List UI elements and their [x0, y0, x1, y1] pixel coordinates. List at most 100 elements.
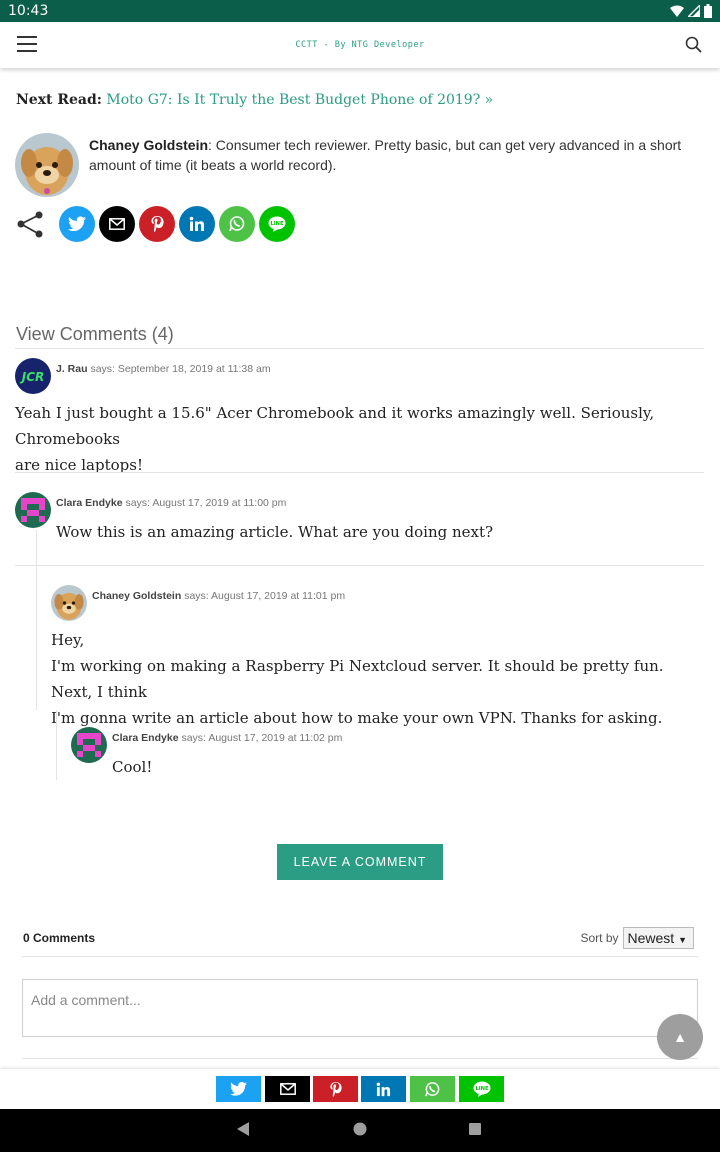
email-share-button[interactable]: [99, 206, 135, 242]
divider: [15, 348, 704, 349]
leave-comment-button[interactable]: LEAVE A COMMENT: [277, 844, 443, 880]
share-row: LINE: [15, 206, 299, 242]
comment-says: says:: [125, 497, 150, 509]
comment-says: says:: [90, 363, 115, 375]
comment-says: says:: [181, 732, 206, 744]
svg-text:LINE: LINE: [475, 1086, 489, 1092]
comment-meta: J. Rau says: September 18, 2019 at 11:38…: [56, 363, 271, 375]
status-time: 10:43: [8, 3, 49, 19]
sort-label: Sort by: [580, 931, 619, 945]
comment-body: Wow this is an amazing article. What are…: [56, 519, 696, 545]
next-read-label: Next Read:: [16, 92, 102, 108]
thread-line: [56, 710, 57, 780]
comment-line: Cool!: [112, 758, 153, 776]
signal-icon: [688, 5, 700, 17]
share-icon[interactable]: [15, 209, 45, 239]
comment-line: I'm working on making a Raspberry Pi Nex…: [51, 657, 664, 701]
scroll-to-top-button[interactable]: ▲: [657, 1014, 703, 1060]
pinterest-share-button[interactable]: [139, 206, 175, 242]
sticky-share-bar: LINE: [0, 1069, 720, 1109]
next-read-link[interactable]: Moto G7: Is It Truly the Best Budget Pho…: [106, 92, 493, 108]
linkedin-icon: [376, 1082, 391, 1096]
sort-value: Newest: [627, 930, 675, 946]
comment-line: are nice laptops!: [15, 456, 143, 474]
divider: [22, 956, 698, 957]
commenter-avatar: [71, 727, 107, 763]
home-icon[interactable]: [353, 1121, 367, 1137]
author-bio: Chaney Goldstein: Consumer tech reviewer…: [89, 135, 699, 175]
pinterest-share-button[interactable]: [313, 1076, 358, 1102]
twitter-icon: [230, 1082, 247, 1096]
dropdown-arrow-icon: ▼: [678, 935, 687, 945]
line-share-button[interactable]: LINE: [459, 1076, 504, 1102]
comment-meta: Chaney Goldstein says: August 17, 2019 a…: [92, 590, 345, 602]
author-box: Chaney Goldstein: Consumer tech reviewer…: [15, 133, 705, 197]
pinterest-icon: [151, 216, 164, 233]
comment-body: Yeah I just bought a 15.6" Acer Chromebo…: [15, 400, 705, 478]
comment-author[interactable]: J. Rau: [56, 363, 88, 375]
line-share-button[interactable]: LINE: [259, 206, 295, 242]
whatsapp-icon: [229, 216, 245, 232]
comment-date[interactable]: August 17, 2019 at 11:02 pm: [208, 732, 342, 744]
comment-line: Wow this is an amazing article. What are…: [56, 523, 494, 541]
comment-meta: Clara Endyke says: August 17, 2019 at 11…: [112, 732, 342, 744]
linkedin-share-button[interactable]: [361, 1076, 406, 1102]
divider: [22, 1058, 698, 1059]
author-avatar[interactable]: [15, 133, 79, 197]
comment-body: Cool!: [112, 754, 692, 780]
whatsapp-icon: [425, 1081, 440, 1096]
arrow-up-icon: ▲: [673, 1029, 687, 1045]
search-icon[interactable]: [684, 35, 704, 55]
commenter-avatar: [51, 585, 87, 621]
thread-line: [36, 530, 37, 710]
twitter-icon: [68, 216, 86, 232]
wifi-icon: [670, 5, 684, 17]
svg-text:LINE: LINE: [270, 221, 284, 227]
email-share-button[interactable]: [265, 1076, 310, 1102]
comment-author[interactable]: Chaney Goldstein: [92, 590, 181, 602]
avatar-initials: JCR: [20, 370, 45, 384]
pinterest-icon: [330, 1081, 342, 1097]
comment-meta: Clara Endyke says: August 17, 2019 at 11…: [56, 497, 286, 509]
comment-author[interactable]: Clara Endyke: [112, 732, 179, 744]
whatsapp-share-button[interactable]: [410, 1076, 455, 1102]
email-icon: [109, 218, 125, 230]
recents-icon[interactable]: [468, 1121, 482, 1137]
sort-control: Sort by Newest ▼: [580, 927, 694, 949]
comment-date[interactable]: September 18, 2019 at 11:38 am: [118, 363, 271, 375]
comment-line: Yeah I just bought a 15.6" Acer Chromebo…: [15, 404, 655, 448]
commenter-avatar: [15, 492, 51, 528]
author-name: Chaney Goldstein: [89, 137, 209, 153]
comment-item: Clara Endyke says: August 17, 2019 at 11…: [15, 492, 705, 552]
divider: [15, 565, 704, 566]
twitter-share-button[interactable]: [216, 1076, 261, 1102]
comment-item: JCR J. Rau says: September 18, 2019 at 1…: [15, 358, 705, 474]
line-icon: LINE: [473, 1081, 490, 1097]
site-title[interactable]: CCTT - By NTG Developer: [0, 40, 720, 50]
system-nav-bar: [0, 1109, 720, 1152]
comment-date[interactable]: August 17, 2019 at 11:01 pm: [211, 590, 345, 602]
whatsapp-share-button[interactable]: [219, 206, 255, 242]
comment-says: says:: [184, 590, 209, 602]
comment-reply: Chaney Goldstein says: August 17, 2019 a…: [51, 585, 701, 727]
site-header: CCTT - By NTG Developer: [0, 22, 720, 68]
linkedin-icon: [189, 216, 204, 231]
comment-line: Hey,: [51, 631, 85, 649]
email-icon: [279, 1083, 296, 1095]
back-icon[interactable]: [236, 1121, 250, 1137]
commenter-avatar: JCR: [15, 358, 51, 394]
linkedin-share-button[interactable]: [179, 206, 215, 242]
next-read: Next Read: Moto G7: Is It Truly the Best…: [16, 92, 493, 108]
sort-select[interactable]: Newest ▼: [622, 927, 694, 949]
view-comments-heading[interactable]: View Comments (4): [16, 324, 174, 345]
status-bar: 10:43: [0, 0, 720, 22]
line-icon: LINE: [268, 216, 286, 232]
battery-icon: [704, 4, 712, 18]
comment-body: Hey, I'm working on making a Raspberry P…: [51, 627, 701, 731]
add-comment-input[interactable]: Add a comment...: [22, 979, 698, 1037]
comment-reply: Clara Endyke says: August 17, 2019 at 11…: [71, 727, 701, 787]
comments-count: 0 Comments: [23, 931, 96, 945]
twitter-share-button[interactable]: [59, 206, 95, 242]
comment-date[interactable]: August 17, 2019 at 11:00 pm: [152, 497, 286, 509]
comment-author[interactable]: Clara Endyke: [56, 497, 123, 509]
